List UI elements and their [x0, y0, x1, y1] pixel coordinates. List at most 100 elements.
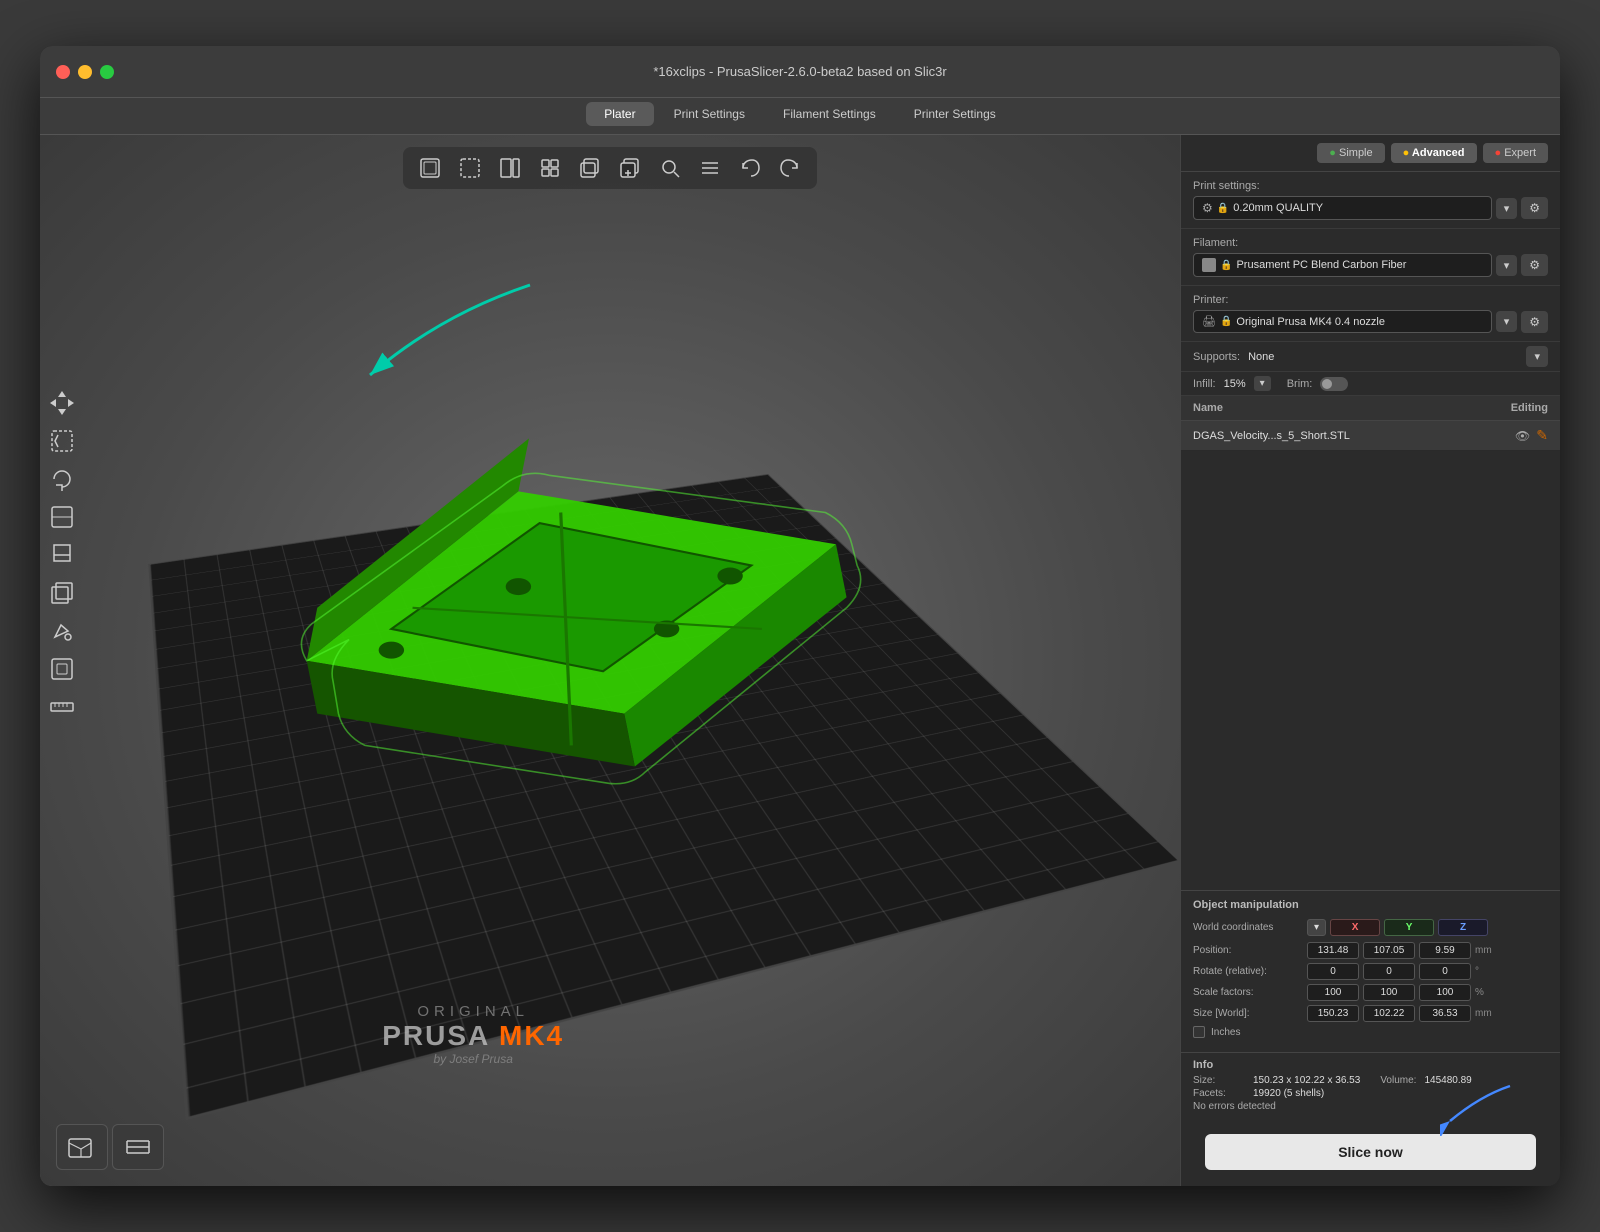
tab-filament-settings[interactable]: Filament Settings	[765, 102, 894, 126]
size-label: Size [World]:	[1193, 1008, 1303, 1019]
printer-dropdown[interactable]: ▾	[1496, 311, 1518, 332]
position-row: Position: 131.48 107.05 9.59 mm	[1193, 942, 1548, 959]
nav-hollow-icon[interactable]	[44, 651, 80, 687]
print-settings-section: Print settings: ⚙ 🔒 0.20mm QUALITY ▾ ⚙	[1181, 172, 1560, 229]
tab-printer-settings[interactable]: Printer Settings	[896, 102, 1014, 126]
size-z[interactable]: 36.53	[1419, 1005, 1471, 1022]
minimize-button[interactable]	[78, 65, 92, 79]
main-area: ORIGINAL PRUSA MK4 by Josef Prusa	[40, 135, 1560, 1186]
position-z[interactable]: 9.59	[1419, 942, 1471, 959]
nav-paint-icon[interactable]	[44, 613, 80, 649]
nav-boolean-icon[interactable]	[44, 575, 80, 611]
viewport-bg: ORIGINAL PRUSA MK4 by Josef Prusa	[40, 135, 1180, 1186]
filament-value: Prusament PC Blend Carbon Fiber	[1236, 259, 1482, 271]
supports-value: None	[1248, 351, 1526, 363]
infill-label: Infill:	[1193, 378, 1216, 390]
no-errors-text: No errors detected	[1193, 1101, 1548, 1112]
nav-scale-icon[interactable]	[44, 499, 80, 535]
fullscreen-button[interactable]	[100, 65, 114, 79]
position-label: Position:	[1193, 945, 1303, 956]
toolbar-redo-btn[interactable]	[771, 151, 809, 185]
inches-checkbox[interactable]	[1193, 1026, 1205, 1038]
eye-icon[interactable]: 👁	[1515, 429, 1530, 443]
traffic-lights[interactable]	[56, 65, 114, 79]
view-3d-button[interactable]	[56, 1124, 108, 1170]
position-y[interactable]: 107.05	[1363, 942, 1415, 959]
printer-section: Printer: 🖨 🔒 Original Prusa MK4 0.4 nozz…	[1181, 286, 1560, 342]
rotate-x[interactable]: 0	[1307, 963, 1359, 980]
window-title: *16xclips - PrusaSlicer-2.6.0-beta2 base…	[653, 64, 946, 79]
nav-ruler-icon[interactable]	[44, 689, 80, 725]
world-coords-label: World coordinates	[1193, 922, 1303, 933]
filament-color-swatch	[1202, 258, 1216, 272]
slice-now-button[interactable]: Slice now	[1205, 1134, 1536, 1170]
scale-z[interactable]: 100	[1419, 984, 1471, 1001]
print-settings-dropdown[interactable]: ▾	[1496, 198, 1518, 219]
size-y[interactable]: 102.22	[1363, 1005, 1415, 1022]
right-panel: Simple Advanced Expert Print settings: ⚙…	[1180, 135, 1560, 1186]
top-toolbar	[403, 147, 817, 189]
brim-toggle[interactable]	[1320, 377, 1348, 391]
tab-print-settings[interactable]: Print Settings	[656, 102, 763, 126]
toolbar-layers-btn[interactable]	[691, 151, 729, 185]
advanced-mode-button[interactable]: Advanced	[1391, 143, 1477, 163]
printer-field[interactable]: 🖨 🔒 Original Prusa MK4 0.4 nozzle	[1193, 310, 1492, 333]
nav-rotate-icon[interactable]	[44, 461, 80, 497]
supports-dropdown[interactable]: ▾	[1526, 346, 1548, 367]
world-coords-dropdown[interactable]: ▾	[1307, 919, 1326, 936]
toolbar-search-btn[interactable]	[651, 151, 689, 185]
left-nav	[40, 381, 84, 729]
brim-label: Brim:	[1287, 378, 1313, 390]
edit-icon[interactable]: ✎	[1536, 427, 1548, 444]
info-volume-label: Volume:	[1380, 1075, 1416, 1086]
object-row-0[interactable]: DGAS_Velocity...s_5_Short.STL 👁 ✎	[1181, 421, 1560, 451]
manip-title: Object manipulation	[1193, 899, 1548, 911]
info-section: Info Size: 150.23 x 102.22 x 36.53 Volum…	[1181, 1052, 1560, 1118]
filament-dropdown[interactable]: ▾	[1496, 255, 1518, 276]
scale-unit: %	[1475, 987, 1484, 998]
slice-btn-container: Slice now	[1181, 1118, 1560, 1186]
prusa-original-text: ORIGINAL	[382, 1003, 564, 1020]
object-list-header: Name Editing	[1181, 396, 1560, 421]
rotate-y[interactable]: 0	[1363, 963, 1415, 980]
filament-row: 🔒 Prusament PC Blend Carbon Fiber ▾ ⚙	[1193, 253, 1548, 277]
print-settings-label: Print settings:	[1193, 180, 1548, 192]
filament-field[interactable]: 🔒 Prusament PC Blend Carbon Fiber	[1193, 253, 1492, 277]
info-facets-value: 19920 (5 shells)	[1253, 1088, 1324, 1099]
close-button[interactable]	[56, 65, 70, 79]
infill-dropdown[interactable]: ▾	[1254, 376, 1271, 391]
toolbar-arrange-btn[interactable]	[531, 151, 569, 185]
nav-cursor-icon[interactable]	[44, 423, 80, 459]
nav-move-icon[interactable]	[44, 385, 80, 421]
print-settings-field[interactable]: ⚙ 🔒 0.20mm QUALITY	[1193, 196, 1492, 220]
printer-gear[interactable]: ⚙	[1521, 311, 1548, 333]
toolbar-delete-btn[interactable]	[491, 151, 529, 185]
toolbar-copy-btn[interactable]	[571, 151, 609, 185]
rotate-z[interactable]: 0	[1419, 963, 1471, 980]
prusa-logo: ORIGINAL PRUSA MK4 by Josef Prusa	[382, 1003, 564, 1066]
scale-x[interactable]: 100	[1307, 984, 1359, 1001]
view-layers-button[interactable]	[112, 1124, 164, 1170]
size-x[interactable]: 150.23	[1307, 1005, 1359, 1022]
toolbar-select-btn[interactable]	[451, 151, 489, 185]
viewport[interactable]: ORIGINAL PRUSA MK4 by Josef Prusa	[40, 135, 1180, 1186]
size-unit: mm	[1475, 1008, 1492, 1019]
printer-row: 🖨 🔒 Original Prusa MK4 0.4 nozzle ▾ ⚙	[1193, 310, 1548, 333]
print-settings-row: ⚙ 🔒 0.20mm QUALITY ▾ ⚙	[1193, 196, 1548, 220]
filament-gear[interactable]: ⚙	[1521, 254, 1548, 276]
simple-mode-button[interactable]: Simple	[1317, 143, 1384, 163]
print-settings-gear[interactable]: ⚙	[1521, 197, 1548, 219]
prusa-mk4-text: PRUSA MK4	[382, 1020, 564, 1052]
toolbar-undo-btn[interactable]	[731, 151, 769, 185]
toolbar-add-btn[interactable]	[411, 151, 449, 185]
nav-cut-icon[interactable]	[44, 537, 80, 573]
toolbar-instance-btn[interactable]	[611, 151, 649, 185]
tab-plater[interactable]: Plater	[586, 102, 653, 126]
printer-icon: 🖨	[1202, 315, 1216, 328]
rotate-label: Rotate (relative):	[1193, 966, 1303, 977]
scale-y[interactable]: 100	[1363, 984, 1415, 1001]
position-x[interactable]: 131.48	[1307, 942, 1359, 959]
title-bar: *16xclips - PrusaSlicer-2.6.0-beta2 base…	[40, 46, 1560, 98]
axis-z-label: Z	[1438, 919, 1488, 936]
expert-mode-button[interactable]: Expert	[1483, 143, 1549, 163]
